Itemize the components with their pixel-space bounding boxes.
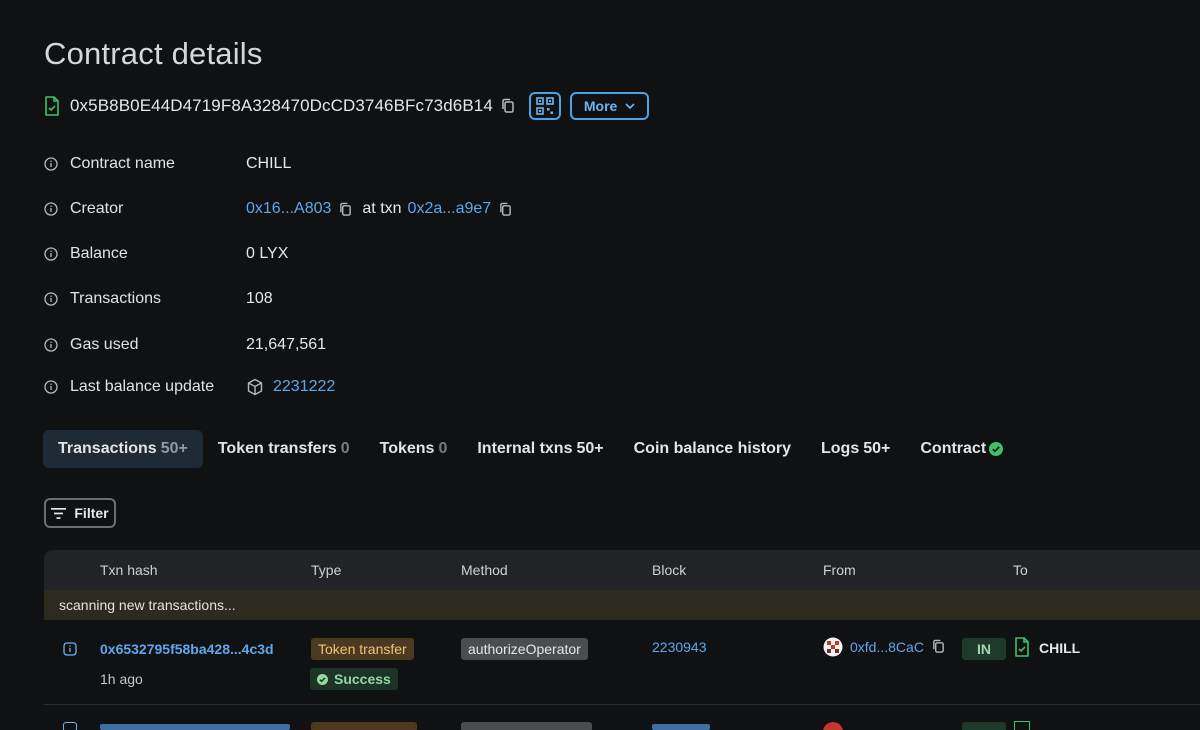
- detail-label: Transactions: [70, 290, 161, 307]
- detail-label: Gas used: [70, 336, 139, 353]
- info-icon[interactable]: [63, 642, 77, 656]
- verified-check-icon: [989, 442, 1004, 456]
- block-cube-icon: [247, 378, 263, 396]
- filter-label: Filter: [74, 505, 109, 521]
- tab-label: Coin balance history: [633, 440, 791, 457]
- contract-file-icon: [1015, 637, 1029, 657]
- txn-age: 1h ago: [100, 671, 143, 687]
- info-icon[interactable]: [44, 247, 58, 261]
- creator-value: 0x16...A803 at txn 0x2a...a9e7: [246, 200, 522, 218]
- qr-code-button[interactable]: [528, 92, 561, 120]
- detail-transactions: Transactions 108: [44, 288, 273, 310]
- tab-contract[interactable]: Contract: [905, 430, 1018, 468]
- contract-file-icon: [1014, 721, 1030, 730]
- tab-count: 50+: [160, 440, 188, 457]
- filter-button[interactable]: Filter: [44, 498, 116, 528]
- tab-count: 50+: [576, 440, 604, 457]
- transactions-count-link[interactable]: 108: [246, 290, 273, 308]
- txn-hash-fragment: [100, 724, 290, 730]
- last-balance-update-value: 2231222: [246, 378, 335, 396]
- detail-label: Last balance update: [70, 378, 215, 395]
- filter-icon: [51, 507, 67, 519]
- tab-count: 0: [438, 440, 448, 457]
- block-link[interactable]: 2231222: [273, 378, 335, 396]
- table-header: Txn hash Type Method Block From To: [44, 550, 1200, 590]
- gas-used-value: 21,647,561: [246, 336, 327, 353]
- column-header-txn-hash: Txn hash: [100, 562, 158, 578]
- creator-address-link[interactable]: 0x16...A803: [246, 200, 331, 218]
- qr-code-icon: [536, 97, 554, 115]
- tab-label: Contract: [920, 440, 987, 457]
- tab-label: Transactions: [58, 440, 157, 457]
- detail-gas-used: Gas used 21,647,561: [44, 334, 326, 356]
- status-badge: Success: [310, 668, 398, 690]
- tab-tokens[interactable]: Tokens 0: [365, 430, 463, 468]
- more-button[interactable]: More: [569, 92, 650, 120]
- table-row-partial: [44, 720, 1200, 730]
- direction-badge-fragment: [962, 722, 1006, 730]
- info-icon[interactable]: [44, 157, 58, 171]
- chevron-down-icon: [625, 103, 635, 109]
- contract-file-icon: [45, 96, 59, 116]
- copy-icon[interactable]: [499, 202, 512, 217]
- tab-logs[interactable]: Logs 50+: [806, 430, 905, 468]
- tab-token-transfers[interactable]: Token transfers 0: [203, 430, 365, 468]
- detail-balance: Balance 0 LYX: [44, 243, 288, 265]
- page-title: Contract details: [44, 36, 263, 71]
- status-label: Success: [334, 671, 391, 687]
- type-badge-fragment: [311, 722, 417, 730]
- avatar-icon: [823, 637, 843, 657]
- tabs: Transactions 50+ Token transfers 0 Tokens 0…: [43, 430, 1018, 468]
- type-badge: Token transfer: [311, 638, 414, 660]
- detail-last-balance-update: Last balance update 2231222: [44, 376, 335, 398]
- copy-icon[interactable]: [339, 202, 352, 217]
- tab-count: 0: [340, 440, 350, 457]
- detail-creator: Creator 0x16...A803 at txn 0x2a...a9e7: [44, 198, 522, 220]
- more-button-label: More: [583, 98, 618, 114]
- detail-contract-name: Contract name CHILL: [44, 153, 291, 175]
- info-icon[interactable]: [44, 292, 58, 306]
- block-fragment: [652, 724, 710, 730]
- success-check-icon: [317, 673, 328, 685]
- tab-internal-txns[interactable]: Internal txns 50+: [462, 430, 618, 468]
- column-header-method: Method: [461, 562, 508, 578]
- tab-transactions[interactable]: Transactions 50+: [43, 430, 203, 468]
- detail-label: Balance: [70, 245, 128, 262]
- from-address-link[interactable]: 0xfd...8CaC: [850, 639, 924, 655]
- contract-name-value: CHILL: [246, 155, 292, 172]
- tab-coin-balance-history[interactable]: Coin balance history: [619, 430, 806, 468]
- txn-hash-link[interactable]: 0x6532795f58ba428...4c3d: [100, 641, 274, 657]
- direction-badge: IN: [962, 638, 1006, 660]
- method-badge: authorizeOperator: [461, 638, 588, 660]
- info-icon: [63, 722, 77, 730]
- transactions-table: Txn hash Type Method Block From To scann…: [44, 550, 1200, 705]
- info-icon[interactable]: [44, 338, 58, 352]
- column-header-block: Block: [652, 562, 687, 578]
- tab-label: Logs: [821, 440, 860, 457]
- balance-value: 0 LYX: [246, 245, 289, 262]
- contract-address-row: 0x5B8B0E44D4719F8A328470DcCD3746BFc73d6B…: [44, 92, 650, 120]
- scanning-notice: scanning new transactions...: [44, 590, 1200, 620]
- copy-icon[interactable]: [932, 639, 945, 659]
- block-link[interactable]: 2230943: [652, 639, 707, 655]
- column-header-type: Type: [311, 562, 342, 578]
- info-icon[interactable]: [44, 202, 58, 216]
- table-row: 0x6532795f58ba428...4c3d 1h ago Token tr…: [44, 620, 1200, 705]
- info-icon[interactable]: [44, 380, 58, 394]
- tab-count: 50+: [863, 440, 891, 457]
- tab-label: Token transfers: [217, 440, 337, 457]
- tab-label: Tokens: [379, 440, 435, 457]
- copy-icon[interactable]: [501, 98, 515, 114]
- at-txn-label: at txn: [362, 200, 402, 217]
- contract-address: 0x5B8B0E44D4719F8A328470DcCD3746BFc73d6B…: [70, 96, 493, 115]
- to-contract-link[interactable]: CHILL: [1039, 640, 1080, 656]
- column-header-from: From: [823, 562, 856, 578]
- creator-txn-link[interactable]: 0x2a...a9e7: [408, 200, 492, 218]
- detail-label: Creator: [70, 200, 124, 217]
- method-badge-fragment: [461, 722, 592, 730]
- column-header-to: To: [1013, 562, 1028, 578]
- detail-label: Contract name: [70, 155, 175, 172]
- tab-label: Internal txns: [477, 440, 573, 457]
- avatar-fragment: [823, 722, 843, 730]
